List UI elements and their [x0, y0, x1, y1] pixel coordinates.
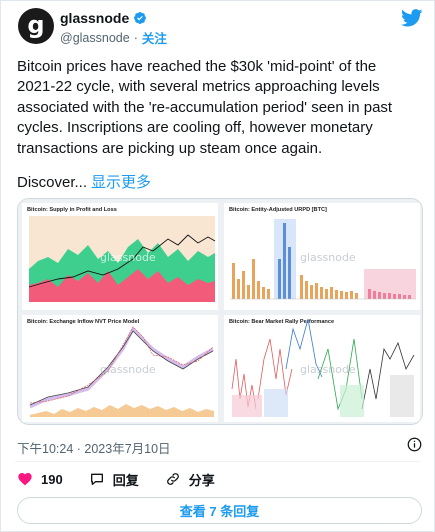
tweet-card: g glassnode @glassnode · 关注 Bitcoin pric… — [0, 0, 435, 532]
like-button[interactable]: 190 — [17, 471, 63, 487]
share-button[interactable]: 分享 — [165, 470, 215, 489]
watermark-3: glassnode — [100, 363, 156, 376]
discover-line: Discover... 显示更多 — [17, 171, 151, 192]
reply-icon — [90, 473, 103, 485]
action-bar: 190 回复 分享 — [17, 469, 241, 489]
panel-1-title: Bitcoin: Supply in Profit and Loss — [27, 207, 117, 213]
heart-icon — [18, 473, 32, 486]
verified-badge-icon — [134, 12, 147, 24]
like-count: 190 — [41, 471, 63, 487]
divider — [15, 461, 420, 462]
avatar[interactable]: g — [18, 8, 54, 44]
panel-4-title: Bitcoin: Bear Market Rally Performance — [229, 319, 334, 325]
panel-3-title: Bitcoin: Exchange Inflow NVT Price Model — [27, 319, 140, 325]
share-icon — [166, 473, 179, 485]
show-more-link[interactable]: 显示更多 — [91, 174, 151, 191]
tweet-text: Bitcoin prices have reached the $30k 'mi… — [17, 58, 393, 157]
media-chart-collage: Bitcoin: Supply in Profit and Loss Bitco… — [18, 199, 422, 424]
discover-prefix: Discover... — [17, 174, 88, 191]
share-label: 分享 — [188, 472, 215, 488]
handle-row: @glassnode · 关注 — [60, 28, 167, 47]
separator-dot: · — [133, 30, 138, 45]
handle[interactable]: @glassnode — [60, 31, 130, 45]
display-name[interactable]: glassnode — [60, 10, 129, 26]
author-name-row: glassnode — [60, 9, 147, 27]
timestamp[interactable]: 下午10:24 · 2023年7月10日 — [17, 438, 171, 457]
reply-button[interactable]: 回复 — [89, 470, 139, 489]
reply-label: 回复 — [112, 472, 139, 488]
twitter-bird-icon[interactable] — [401, 9, 423, 27]
watermark-4: glassnode — [300, 363, 356, 376]
watermark-1: glassnode — [100, 251, 156, 264]
panel-2-title: Bitcoin: Entity-Adjusted URPD [BTC] — [229, 207, 327, 213]
view-replies-button[interactable]: 查看 7 条回复 — [17, 497, 422, 524]
avatar-letter: g — [27, 10, 45, 39]
tweet-media-image[interactable]: Bitcoin: Supply in Profit and Loss Bitco… — [17, 198, 423, 425]
follow-button[interactable]: 关注 — [142, 28, 167, 47]
watermark-2: glassnode — [300, 251, 356, 264]
info-icon[interactable] — [407, 437, 422, 452]
